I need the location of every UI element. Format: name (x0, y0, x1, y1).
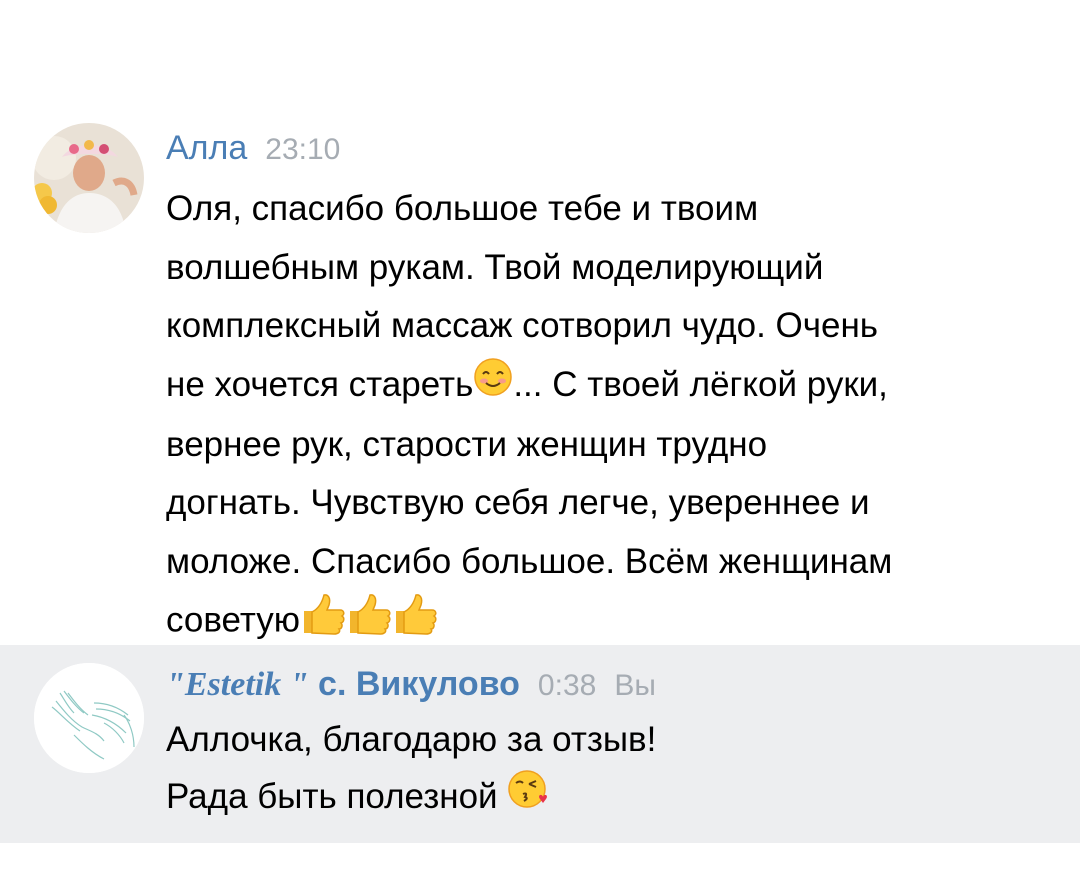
message-item: Алла 23:10 Оля, спасибо большое тебе и тв… (0, 0, 1080, 645)
message-line: вернее рук, старости женщин трудно (166, 424, 768, 464)
message-line-with-emoji: не хочется стареть ... С твоей лёгкой рук… (166, 356, 1046, 416)
message-line-part: советую (166, 600, 301, 640)
avatar[interactable] (34, 123, 144, 233)
face-blowing-kiss-emoji (507, 768, 551, 829)
message-line: Оля, спасибо большое тебе и твоим (166, 189, 759, 228)
message-line-part: не хочется стареть (166, 364, 474, 404)
message-line-part: Рада быть полезной (166, 776, 498, 816)
message-text: Аллочка, благодарю за отзыв! Рада быть п… (166, 712, 1046, 829)
message-line: волшебным рукам. Твой моделирующий (166, 247, 824, 287)
message-text: Оля, спасибо большое тебе и твоим волшеб… (166, 180, 1046, 654)
message-line: Аллочка, благодарю за отзыв! (166, 720, 657, 759)
message-time[interactable]: 0:38 (538, 669, 596, 702)
message-header: "Estetik " с. Викулово 0:38 Вы (166, 665, 656, 704)
message-line: моложе. Спасибо большое. Всём женщинам (166, 541, 893, 581)
message-time[interactable]: 23:10 (265, 133, 340, 166)
message-line: комплексный массаж сотворил чудо. Очень (166, 306, 879, 345)
avatar[interactable] (34, 663, 144, 773)
message-line: догнать. Чувствую себя легче, увереннее … (166, 483, 870, 522)
author-name-prefix[interactable]: "Estetik " (166, 666, 309, 703)
message-item-own: "Estetik " с. Викулово 0:38 Вы Аллочка, бл… (0, 645, 1080, 843)
own-message-label: Вы (614, 669, 656, 702)
message-line-with-emoji: Рада быть полезной (166, 768, 1046, 829)
author-name[interactable]: с. Викулово (309, 665, 520, 703)
message-header: Алла 23:10 (166, 129, 340, 168)
smiling-face-emoji (473, 357, 513, 416)
author-name[interactable]: Алла (166, 129, 247, 167)
message-line-part: ... С твоей лёгкой руки, (513, 364, 888, 404)
